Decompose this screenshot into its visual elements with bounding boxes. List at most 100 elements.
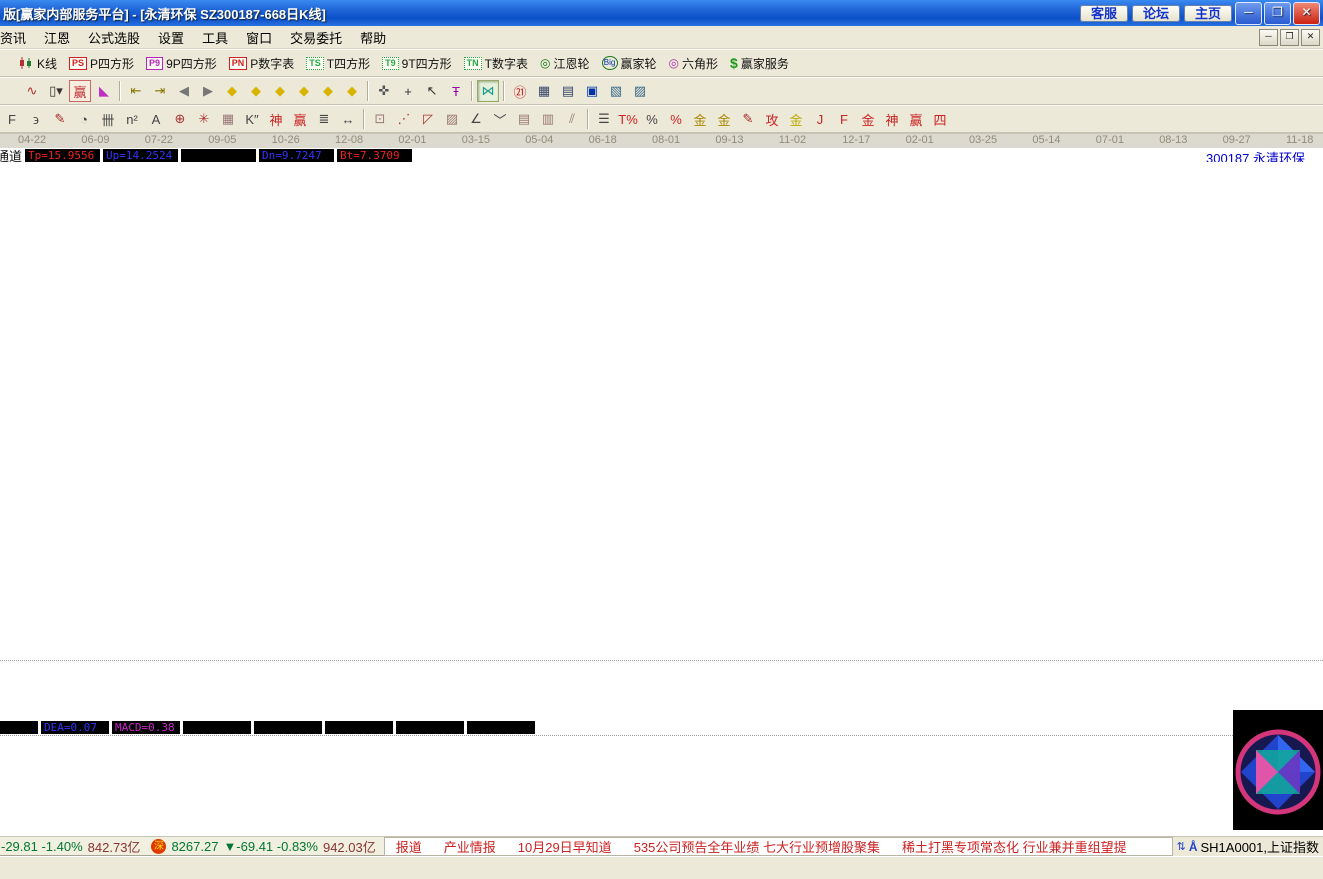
quick-diamond-cross[interactable]: ◆ — [293, 80, 315, 102]
draw-star-grid[interactable]: ✳ — [193, 108, 215, 130]
toolbar-item-yingjialun[interactable]: Big赢家轮 — [596, 54, 663, 73]
news-item-4[interactable]: 稀土打黑专项常态化 行业兼并重组望提 — [902, 837, 1127, 856]
quick-save-disk[interactable]: ▣ — [581, 80, 603, 102]
draw-fan-box[interactable]: ◸ — [417, 108, 439, 130]
toolbar-item-p-sifangxing[interactable]: PSP四方形 — [63, 54, 140, 73]
draw-angle-lines[interactable]: ∠ — [465, 108, 487, 130]
macd-pane[interactable] — [0, 735, 1323, 836]
quick-pointer-a-tool[interactable]: ↖ — [421, 80, 443, 102]
draw-ying-angle[interactable]: 赢 — [905, 108, 927, 130]
draw-j-angle[interactable]: J — [809, 108, 831, 130]
quick-diamond-left[interactable]: ◆ — [221, 80, 243, 102]
draw-a-line[interactable]: A — [145, 108, 167, 130]
menu-item-4[interactable]: 工具 — [193, 26, 237, 49]
quick-candle-style-dropdown[interactable]: ▯▾ — [45, 80, 67, 102]
news-ticker[interactable]: 报道 产业情报 10月29日早知道 535公司预告全年业绩 七大行业预增股聚集 稀土打黑… — [384, 837, 1173, 856]
draw-n-squared[interactable]: n² — [121, 108, 143, 130]
minimize-button[interactable]: ─ — [1235, 2, 1262, 25]
main-kline-chart[interactable] — [0, 162, 1323, 660]
quick-diamond-h[interactable]: ◆ — [269, 80, 291, 102]
index-selector[interactable]: ⇅ Å SH1A0001,上证指数 — [1173, 837, 1323, 856]
quick-t-purple-tool[interactable]: Ŧ — [445, 80, 467, 102]
draw-percent[interactable]: % — [641, 108, 663, 130]
toolbar-item-yingjiafuwu[interactable]: $赢家服务 — [724, 54, 795, 73]
title-button-0[interactable]: 客服 — [1080, 5, 1128, 22]
menu-item-6[interactable]: 交易委托 — [281, 26, 351, 49]
quick-hand-tool[interactable]: ✜ — [373, 80, 395, 102]
menu-item-3[interactable]: 设置 — [149, 26, 193, 49]
draw-grid-a[interactable]: ▤ — [513, 108, 535, 130]
news-item-3[interactable]: 535公司预告全年业绩 七大行业预增股聚集 — [634, 837, 880, 856]
title-button-2[interactable]: 主页 — [1184, 5, 1232, 22]
draw-si-angle[interactable]: 四 — [929, 108, 951, 130]
quick-export-2[interactable]: ▨ — [629, 80, 651, 102]
quick-diamond-right[interactable]: ◆ — [245, 80, 267, 102]
draw-circle-cross[interactable]: ⊕ — [169, 108, 191, 130]
draw-box-grid[interactable]: ▦ — [217, 108, 239, 130]
news-item-2[interactable]: 10月29日早知道 — [518, 837, 612, 856]
draw-t-percent[interactable]: T% — [617, 108, 639, 130]
draw-slant-lines[interactable]: ⫽ — [561, 108, 583, 130]
draw-spiral[interactable]: ϶ — [25, 108, 47, 130]
draw-box-tool[interactable]: ⊡ — [369, 108, 391, 130]
draw-meter[interactable]: ☰ — [593, 108, 615, 130]
toolbar-item-9t-sifangxing[interactable]: T99T四方形 — [376, 54, 458, 73]
mdi-control-1[interactable]: ❐ — [1280, 29, 1299, 46]
draw-fan-lines[interactable]: ⋰ — [393, 108, 415, 130]
quick-last-page[interactable]: ⇥ — [149, 80, 171, 102]
quick-calculator[interactable]: ▦ — [533, 80, 555, 102]
quick-notes[interactable]: ▤ — [557, 80, 579, 102]
news-item-1[interactable]: 产业情报 — [444, 837, 496, 856]
quick-first-page[interactable]: ⇤ — [125, 80, 147, 102]
news-item-0[interactable]: 报道 — [396, 837, 422, 856]
quick-stamp-tool[interactable]: 赢 — [69, 80, 91, 102]
draw-gold-angle[interactable]: 金 — [857, 108, 879, 130]
draw-shen-red[interactable]: 神 — [265, 108, 287, 130]
toolbar-item-t-sifangxing[interactable]: TST四方形 — [300, 54, 376, 73]
toolbar-item-clipped-item[interactable]: 央 — [0, 54, 12, 73]
menu-item-2[interactable]: 公式选股 — [79, 26, 149, 49]
quick-export-1[interactable]: ▧ — [605, 80, 627, 102]
quick-trend-zigzag[interactable]: ∿ — [21, 80, 43, 102]
menu-item-1[interactable]: 江恩 — [35, 26, 79, 49]
toolbar-item-9p-sifangxing[interactable]: P99P四方形 — [140, 54, 223, 73]
toolbar-item-p-shuzibiao[interactable]: PNP数字表 — [223, 54, 301, 73]
draw-percent-red[interactable]: % — [665, 108, 687, 130]
draw-gong-red[interactable]: 攻 — [761, 108, 783, 130]
quick-teal-tool[interactable]: ⋈ — [477, 80, 499, 102]
volume-pane[interactable] — [0, 660, 1323, 719]
draw-width-arrow[interactable]: ↔ — [337, 108, 359, 130]
close-button[interactable]: ✕ — [1293, 2, 1320, 25]
draw-pencil-red[interactable]: ✎ — [737, 108, 759, 130]
draw-gold-lines[interactable]: 金 — [713, 108, 735, 130]
draw-f-angle[interactable]: F — [833, 108, 855, 130]
title-button-1[interactable]: 论坛 — [1132, 5, 1180, 22]
menu-item-0[interactable]: 资讯 — [0, 26, 35, 49]
draw-gold-circle[interactable]: 金 — [689, 108, 711, 130]
draw-grid-b[interactable]: ▥ — [537, 108, 559, 130]
toolbar-item-jiangenlun[interactable]: ◎江恩轮 — [534, 54, 596, 73]
mdi-control-2[interactable]: ✕ — [1301, 29, 1320, 46]
draw-gold-yellow[interactable]: 金 — [785, 108, 807, 130]
toolbar-item-t-shuzibiao[interactable]: TNT数字表 — [458, 54, 534, 73]
draw-v-dots[interactable]: ﹀ — [489, 108, 511, 130]
quick-next-bar[interactable]: ▶ — [197, 80, 219, 102]
menu-item-5[interactable]: 窗口 — [237, 26, 281, 49]
quick-crosshair-tool[interactable]: + — [397, 80, 419, 102]
quick-diamond-up[interactable]: ◆ — [341, 80, 363, 102]
draw-ying-red[interactable]: 赢 — [289, 108, 311, 130]
quick-prev-bar[interactable]: ◀ — [173, 80, 195, 102]
restore-button[interactable]: ❐ — [1264, 2, 1291, 25]
draw-clock-circle[interactable]: ◔ — [73, 108, 95, 130]
toolbar-item-liujiaoxing[interactable]: ◎六角形 — [663, 54, 725, 73]
draw-tick-ruler[interactable]: 卌 — [97, 108, 119, 130]
draw-shen-angle[interactable]: 神 — [881, 108, 903, 130]
draw-k-marks[interactable]: K″ — [241, 108, 263, 130]
draw-gann-f[interactable]: F — [1, 108, 23, 130]
toolbar-item-kline[interactable]: K线 — [12, 54, 63, 73]
quick-color-chart[interactable]: ◣ — [93, 80, 115, 102]
draw-brush[interactable]: ✎ — [49, 108, 71, 130]
draw-ruler-123[interactable]: ≣ — [313, 108, 335, 130]
draw-shade-box[interactable]: ▨ — [441, 108, 463, 130]
menu-item-7[interactable]: 帮助 — [351, 26, 395, 49]
